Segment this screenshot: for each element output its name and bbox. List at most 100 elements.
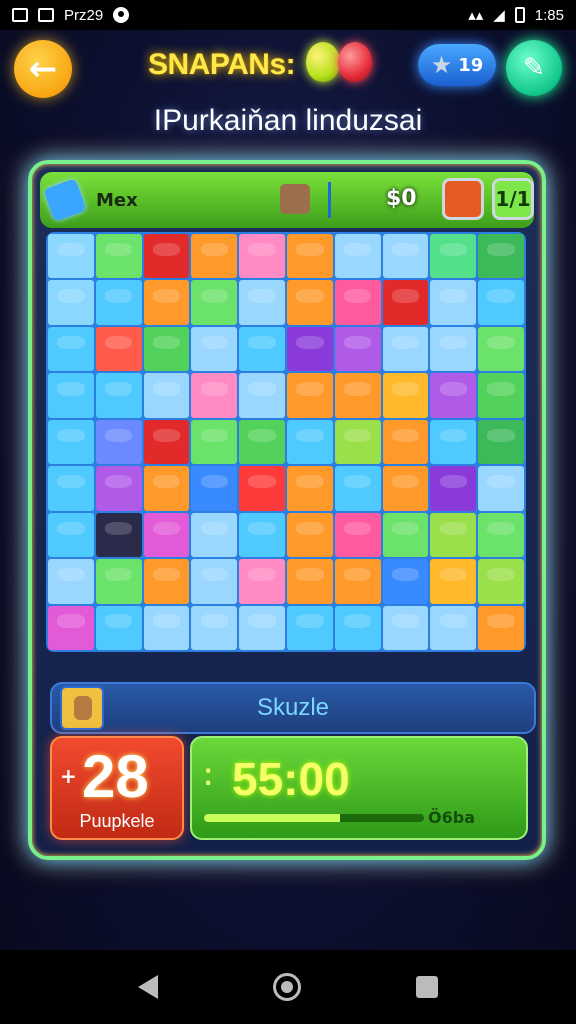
puzzle-cell[interactable] xyxy=(95,234,142,279)
puzzle-cell[interactable] xyxy=(239,373,285,418)
puzzle-cell[interactable] xyxy=(95,466,142,511)
puzzle-cell[interactable] xyxy=(430,512,477,558)
puzzle-cell[interactable] xyxy=(430,559,477,604)
puzzle-cell[interactable] xyxy=(95,280,142,325)
puzzle-cell[interactable] xyxy=(239,419,285,465)
puzzle-cell[interactable] xyxy=(191,605,238,650)
puzzle-cell[interactable] xyxy=(95,373,142,418)
puzzle-cell[interactable] xyxy=(143,512,190,558)
puzzle-cell[interactable] xyxy=(430,373,477,418)
puzzle-cell[interactable] xyxy=(430,326,477,372)
puzzle-cell[interactable] xyxy=(478,234,524,279)
puzzle-cell[interactable] xyxy=(48,605,94,650)
puzzle-cell[interactable] xyxy=(382,326,429,372)
puzzle-cell[interactable] xyxy=(286,605,333,650)
puzzle-cell[interactable] xyxy=(143,419,190,465)
puzzle-cell[interactable] xyxy=(143,373,190,418)
puzzle-cell[interactable] xyxy=(143,234,190,279)
puzzle-board[interactable] xyxy=(46,232,526,652)
puzzle-cell[interactable] xyxy=(191,373,238,418)
puzzle-cell[interactable] xyxy=(48,559,94,604)
puzzle-cell[interactable] xyxy=(48,280,94,325)
puzzle-cell[interactable] xyxy=(191,419,238,465)
puzzle-cell[interactable] xyxy=(478,280,524,325)
puzzle-cell[interactable] xyxy=(382,512,429,558)
puzzle-cell[interactable] xyxy=(382,466,429,511)
puzzle-cell[interactable] xyxy=(382,419,429,465)
puzzle-cell[interactable] xyxy=(191,326,238,372)
puzzle-cell[interactable] xyxy=(191,559,238,604)
puzzle-cell[interactable] xyxy=(95,559,142,604)
puzzle-cell[interactable] xyxy=(286,373,333,418)
puzzle-cell[interactable] xyxy=(239,326,285,372)
puzzle-cell[interactable] xyxy=(191,234,238,279)
puzzle-cell[interactable] xyxy=(239,512,285,558)
puzzle-cell[interactable] xyxy=(382,234,429,279)
puzzle-cell[interactable] xyxy=(48,512,94,558)
hint-tool-button[interactable]: ✎ xyxy=(506,40,562,96)
puzzle-cell[interactable] xyxy=(478,466,524,511)
puzzle-cell[interactable] xyxy=(382,559,429,604)
puzzle-cell[interactable] xyxy=(143,466,190,511)
coin-counter[interactable]: ★ 19 xyxy=(418,44,496,86)
puzzle-cell[interactable] xyxy=(95,326,142,372)
puzzle-cell[interactable] xyxy=(382,373,429,418)
puzzle-cell[interactable] xyxy=(191,280,238,325)
puzzle-cell[interactable] xyxy=(286,280,333,325)
puzzle-cell[interactable] xyxy=(95,605,142,650)
puzzle-cell[interactable] xyxy=(143,559,190,604)
puzzle-cell[interactable] xyxy=(430,234,477,279)
puzzle-cell[interactable] xyxy=(143,326,190,372)
puzzle-cell[interactable] xyxy=(334,512,381,558)
puzzle-cell[interactable] xyxy=(286,419,333,465)
puzzle-cell[interactable] xyxy=(286,326,333,372)
puzzle-cell[interactable] xyxy=(286,512,333,558)
puzzle-cell[interactable] xyxy=(430,419,477,465)
piece-select-button[interactable] xyxy=(442,178,484,220)
puzzle-cell[interactable] xyxy=(95,419,142,465)
puzzle-cell[interactable] xyxy=(286,466,333,511)
puzzle-cell[interactable] xyxy=(478,512,524,558)
puzzle-cell[interactable] xyxy=(478,373,524,418)
puzzle-cell[interactable] xyxy=(48,326,94,372)
puzzle-cell[interactable] xyxy=(334,326,381,372)
puzzle-cell[interactable] xyxy=(286,559,333,604)
puzzle-cell[interactable] xyxy=(191,466,238,511)
puzzle-cell[interactable] xyxy=(430,466,477,511)
puzzle-cell[interactable] xyxy=(334,280,381,325)
puzzle-cell[interactable] xyxy=(48,234,94,279)
puzzle-cell[interactable] xyxy=(334,605,381,650)
puzzle-cell[interactable] xyxy=(48,373,94,418)
puzzle-cell[interactable] xyxy=(286,234,333,279)
puzzle-cell[interactable] xyxy=(334,559,381,604)
puzzle-cell[interactable] xyxy=(430,280,477,325)
puzzle-cell[interactable] xyxy=(48,419,94,465)
nav-home-icon[interactable] xyxy=(272,973,301,1001)
puzzle-cell[interactable] xyxy=(334,419,381,465)
nav-back-icon[interactable] xyxy=(137,975,158,999)
puzzle-cell[interactable] xyxy=(143,605,190,650)
puzzle-cell[interactable] xyxy=(478,605,524,650)
back-button[interactable]: ← xyxy=(14,40,72,98)
puzzle-cell[interactable] xyxy=(239,466,285,511)
puzzle-cell[interactable] xyxy=(95,512,142,558)
puzzle-cell[interactable] xyxy=(239,559,285,604)
puzzle-cell[interactable] xyxy=(430,605,477,650)
puzzle-cell[interactable] xyxy=(382,605,429,650)
puzzle-cell[interactable] xyxy=(478,419,524,465)
puzzle-cell[interactable] xyxy=(191,512,238,558)
puzzle-cell[interactable] xyxy=(478,559,524,604)
puzzle-cell[interactable] xyxy=(239,234,285,279)
puzzle-cell[interactable] xyxy=(143,280,190,325)
puzzle-cell[interactable] xyxy=(382,280,429,325)
puzzle-cell[interactable] xyxy=(48,466,94,511)
puzzle-cell[interactable] xyxy=(334,373,381,418)
puzzle-cell[interactable] xyxy=(334,234,381,279)
puzzle-cell[interactable] xyxy=(334,466,381,511)
puzzle-cell[interactable] xyxy=(239,605,285,650)
nav-recent-apps-icon[interactable] xyxy=(416,976,439,998)
puzzle-cell[interactable] xyxy=(239,280,285,325)
piece-tray-icon[interactable] xyxy=(280,184,310,214)
puzzle-cell[interactable] xyxy=(478,326,524,372)
skill-bar[interactable]: Skuzle xyxy=(50,682,536,734)
